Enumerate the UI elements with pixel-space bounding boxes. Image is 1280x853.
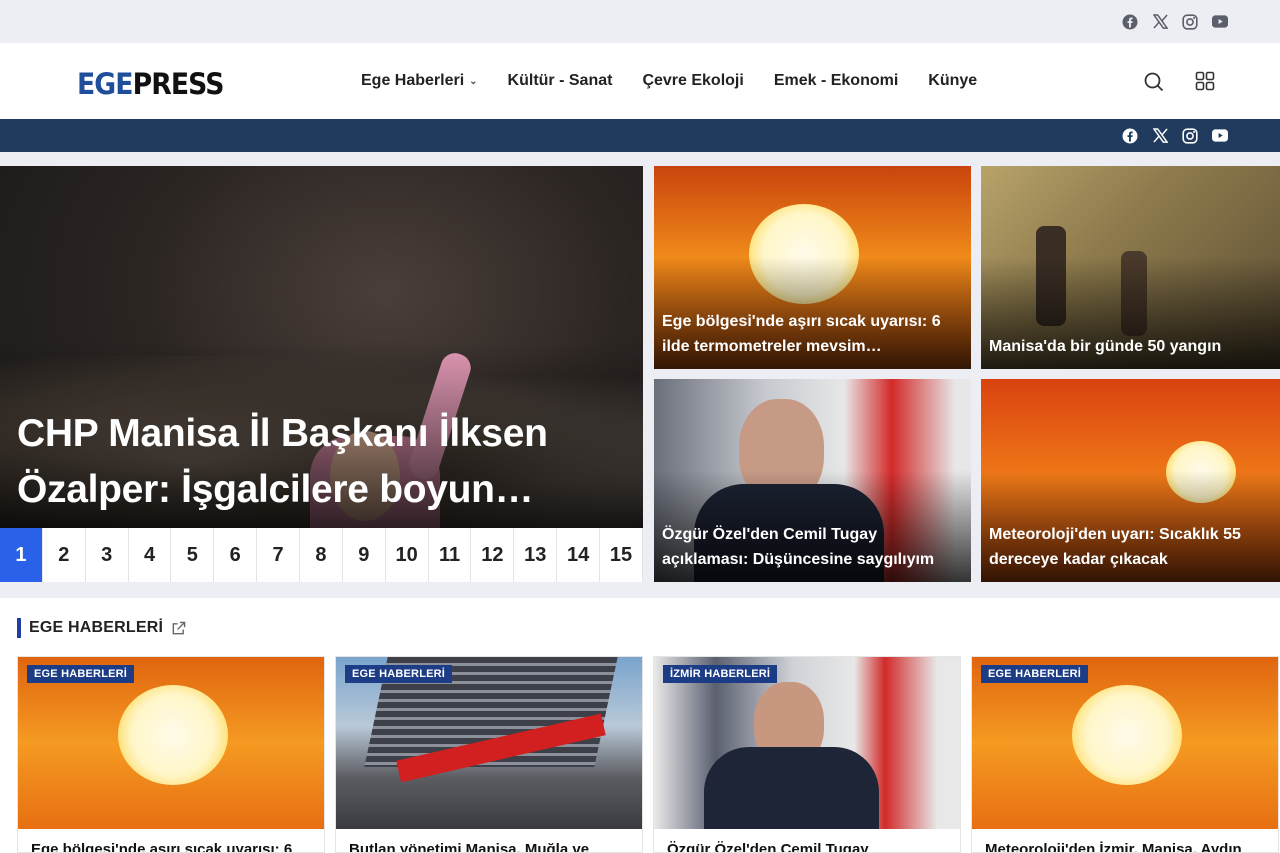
- external-link-icon[interactable]: [171, 621, 186, 636]
- youtube-icon[interactable]: [1212, 14, 1228, 30]
- page-button-15[interactable]: 15: [600, 528, 643, 582]
- category-badge[interactable]: İZMİR HABERLERİ: [663, 665, 778, 683]
- hero-grid: CHP Manisa İl Başkanı İlksen Özalper: İş…: [0, 166, 1280, 582]
- section-header[interactable]: EGE HABERLERİ: [17, 618, 186, 638]
- x-icon[interactable]: [1152, 128, 1168, 144]
- featured-title[interactable]: Ege bölgesi'nde aşırı sıcak uyarısı: 6 i…: [662, 309, 959, 359]
- page-button-2[interactable]: 2: [43, 528, 86, 582]
- facebook-icon[interactable]: [1122, 128, 1138, 144]
- x-icon[interactable]: [1152, 14, 1168, 30]
- page-button-13[interactable]: 13: [514, 528, 558, 582]
- page-button-1[interactable]: 1: [0, 528, 43, 582]
- news-title[interactable]: Butlan yönetimi Manisa, Muğla ve: [349, 841, 632, 852]
- page-button-3[interactable]: 3: [86, 528, 129, 582]
- news-title[interactable]: Meteoroloji'den İzmir, Manisa, Aydın: [985, 841, 1268, 852]
- nav-item-ege-haberleri[interactable]: Ege Haberleri ⌄: [361, 72, 478, 90]
- featured-title[interactable]: Manisa'da bir günde 50 yangın: [989, 334, 1268, 359]
- main-nav: Ege Haberleri ⌄ Kültür - Sanat Çevre Ekol…: [361, 43, 977, 119]
- page-button-5[interactable]: 5: [171, 528, 215, 582]
- page-button-12[interactable]: 12: [471, 528, 515, 582]
- news-card[interactable]: EGE HABERLERİ Butlan yönetimi Manisa, Mu…: [335, 656, 643, 853]
- featured-title[interactable]: Özgür Özel'den Cemil Tugay açıklaması: D…: [662, 522, 959, 572]
- nav-item-emek-ekonomi[interactable]: Emek - Ekonomi: [774, 72, 898, 90]
- secondary-social-bar: [0, 119, 1280, 152]
- ege-haberleri-section: EGE HABERLERİ EGE HABERLERİ Ege bölgesi'…: [0, 598, 1280, 853]
- news-title[interactable]: Özgür Özel'den Cemil Tugay: [667, 841, 950, 852]
- grid-menu-icon[interactable]: [1195, 71, 1217, 93]
- search-icon[interactable]: [1143, 71, 1165, 93]
- chevron-down-icon: ⌄: [469, 75, 478, 87]
- featured-card[interactable]: Özgür Özel'den Cemil Tugay açıklaması: D…: [654, 379, 971, 582]
- news-card[interactable]: EGE HABERLERİ Ege bölgesi'nde aşırı sıca…: [17, 656, 325, 853]
- top-social-bar: [0, 0, 1280, 43]
- main-slide-title[interactable]: CHP Manisa İl Başkanı İlksen Özalper: İş…: [17, 406, 623, 518]
- news-card[interactable]: İZMİR HABERLERİ Özgür Özel'den Cemil Tug…: [653, 656, 961, 853]
- category-badge[interactable]: EGE HABERLERİ: [345, 665, 453, 683]
- featured-card[interactable]: Meteoroloji'den uyarı: Sıcaklık 55 derec…: [981, 379, 1280, 582]
- page-button-7[interactable]: 7: [257, 528, 301, 582]
- nav-item-cevre-ekoloji[interactable]: Çevre Ekoloji: [642, 72, 743, 90]
- category-badge[interactable]: EGE HABERLERİ: [27, 665, 135, 683]
- site-logo[interactable]: EGEPRESS: [77, 67, 224, 101]
- featured-card[interactable]: Manisa'da bir günde 50 yangın: [981, 166, 1280, 369]
- page-button-4[interactable]: 4: [129, 528, 172, 582]
- news-title[interactable]: Ege bölgesi'nde aşırı sıcak uyarısı: 6: [31, 841, 314, 852]
- page-button-6[interactable]: 6: [214, 528, 258, 582]
- nav-item-kultur-sanat[interactable]: Kültür - Sanat: [508, 72, 613, 90]
- main-slider[interactable]: CHP Manisa İl Başkanı İlksen Özalper: İş…: [0, 166, 643, 582]
- page-button-10[interactable]: 10: [386, 528, 429, 582]
- site-header: EGEPRESS Ege Haberleri ⌄ Kültür - Sanat Ç…: [0, 43, 1280, 119]
- instagram-icon[interactable]: [1182, 127, 1198, 144]
- page-button-9[interactable]: 9: [343, 528, 386, 582]
- category-badge[interactable]: EGE HABERLERİ: [981, 665, 1089, 683]
- featured-title[interactable]: Meteoroloji'den uyarı: Sıcaklık 55 derec…: [989, 522, 1268, 572]
- facebook-icon[interactable]: [1122, 14, 1138, 30]
- section-accent-bar: [17, 618, 21, 638]
- section-title[interactable]: EGE HABERLERİ: [29, 619, 163, 637]
- page-button-14[interactable]: 14: [557, 528, 601, 582]
- featured-card[interactable]: Ege bölgesi'nde aşırı sıcak uyarısı: 6 i…: [654, 166, 971, 369]
- nav-item-kunye[interactable]: Künye: [928, 72, 977, 90]
- news-card[interactable]: EGE HABERLERİ Meteoroloji'den İzmir, Man…: [971, 656, 1279, 853]
- slider-pagination: 1 2 3 4 5 6 7 8 9 10 11 12 13 14 15: [0, 528, 643, 582]
- instagram-icon[interactable]: [1182, 13, 1198, 30]
- youtube-icon[interactable]: [1212, 128, 1228, 144]
- page-button-8[interactable]: 8: [300, 528, 343, 582]
- page-button-11[interactable]: 11: [429, 528, 472, 582]
